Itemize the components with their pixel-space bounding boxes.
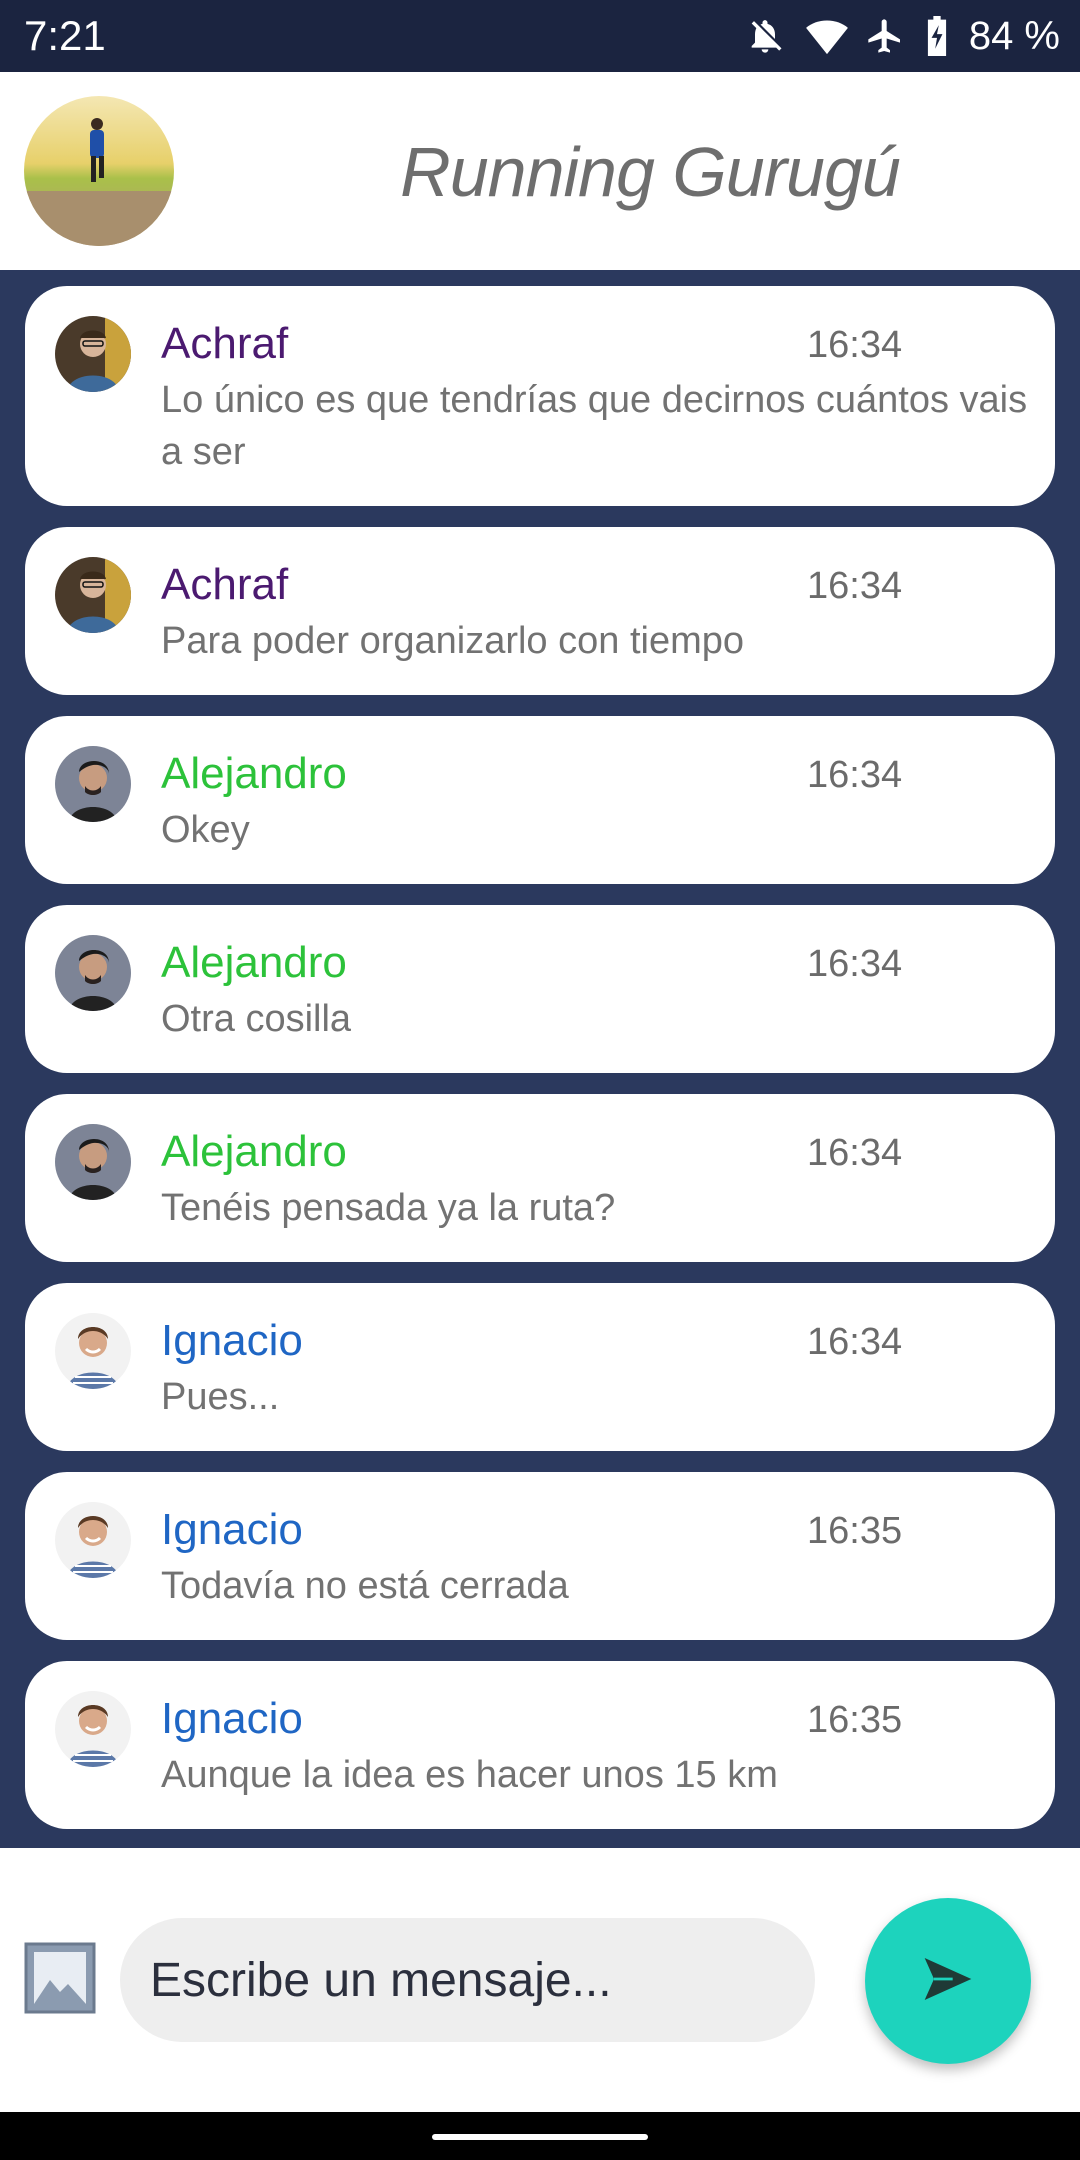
- message-card: Ignacio 16:35 Aunque la idea es hacer un…: [25, 1661, 1055, 1829]
- group-avatar[interactable]: [24, 96, 174, 246]
- message-text: Aunque la idea es hacer unos 15 km: [161, 1754, 778, 1796]
- notifications-off-icon: [745, 16, 785, 56]
- message-text: Pues...: [161, 1376, 280, 1418]
- message-time: 16:34: [807, 1132, 903, 1174]
- message-text: Tenéis pensada ya la ruta?: [161, 1187, 616, 1229]
- avatar-alejandro[interactable]: [55, 935, 131, 1011]
- message-text: Todavía no está cerrada: [161, 1565, 569, 1607]
- send-icon: [920, 1951, 976, 2012]
- avatar-alejandro[interactable]: [55, 746, 131, 822]
- avatar-alejandro[interactable]: [55, 1124, 131, 1200]
- image-icon[interactable]: [24, 1942, 96, 2014]
- message-author: Achraf: [161, 560, 289, 609]
- home-indicator[interactable]: [432, 2134, 648, 2140]
- send-button[interactable]: [865, 1898, 1031, 2064]
- message-author: Ignacio: [161, 1505, 303, 1554]
- status-bar: 7:21 84 %: [0, 0, 1080, 72]
- message-card: Alejandro 16:34 Okey: [25, 716, 1055, 884]
- message-time: 16:34: [807, 943, 903, 985]
- chat-header: Running Gurugú: [0, 72, 1080, 270]
- message-author: Achraf: [161, 319, 289, 368]
- message-text: Otra cosilla: [161, 998, 352, 1040]
- battery-charging-icon: [925, 16, 949, 56]
- avatar-ignacio[interactable]: [55, 1691, 131, 1767]
- message-time: 16:34: [807, 1321, 903, 1363]
- message-time: 16:35: [807, 1510, 903, 1552]
- message-time: 16:35: [807, 1699, 903, 1741]
- message-text: Para poder organizarlo con tiempo: [161, 620, 745, 662]
- status-time: 7:21: [24, 12, 106, 59]
- message-author: Ignacio: [161, 1694, 303, 1743]
- navigation-bar: [0, 2112, 1080, 2160]
- message-author: Ignacio: [161, 1316, 303, 1365]
- group-title: Running Gurugú: [400, 133, 901, 211]
- message-card: Achraf 16:34 Para poder organizarlo con …: [25, 527, 1055, 695]
- wifi-icon: [805, 16, 848, 56]
- message-time: 16:34: [807, 324, 903, 366]
- battery-level: 84 %: [968, 14, 1060, 58]
- message-card: Ignacio 16:35 Todavía no está cerrada: [25, 1472, 1055, 1640]
- message-author: Alejandro: [161, 749, 347, 798]
- message-card: Ignacio 16:34 Pues...: [25, 1283, 1055, 1451]
- message-input[interactable]: [120, 1918, 815, 2042]
- avatar-ignacio[interactable]: [55, 1313, 131, 1389]
- avatar-achraf[interactable]: [55, 316, 131, 392]
- message-card: Achraf 16:34 Lo único es que tendrías qu…: [25, 286, 1055, 506]
- message-card: Alejandro 16:34 Otra cosilla: [25, 905, 1055, 1073]
- message-time: 16:34: [807, 754, 903, 796]
- avatar-achraf[interactable]: [55, 557, 131, 633]
- status-icons: 84 %: [745, 8, 1060, 64]
- airplane-mode-icon: [865, 16, 905, 56]
- message-author: Alejandro: [161, 1127, 347, 1176]
- message-card: Alejandro 16:34 Tenéis pensada ya la rut…: [25, 1094, 1055, 1262]
- message-text: Lo único es que tendrías que decirnos cu…: [161, 379, 1028, 473]
- message-text: Okey: [161, 809, 250, 851]
- message-time: 16:34: [807, 565, 903, 607]
- avatar-ignacio[interactable]: [55, 1502, 131, 1578]
- message-author: Alejandro: [161, 938, 347, 987]
- message-composer: [0, 1848, 1080, 2112]
- message-list[interactable]: Achraf 16:34 Lo único es que tendrías qu…: [0, 270, 1080, 1848]
